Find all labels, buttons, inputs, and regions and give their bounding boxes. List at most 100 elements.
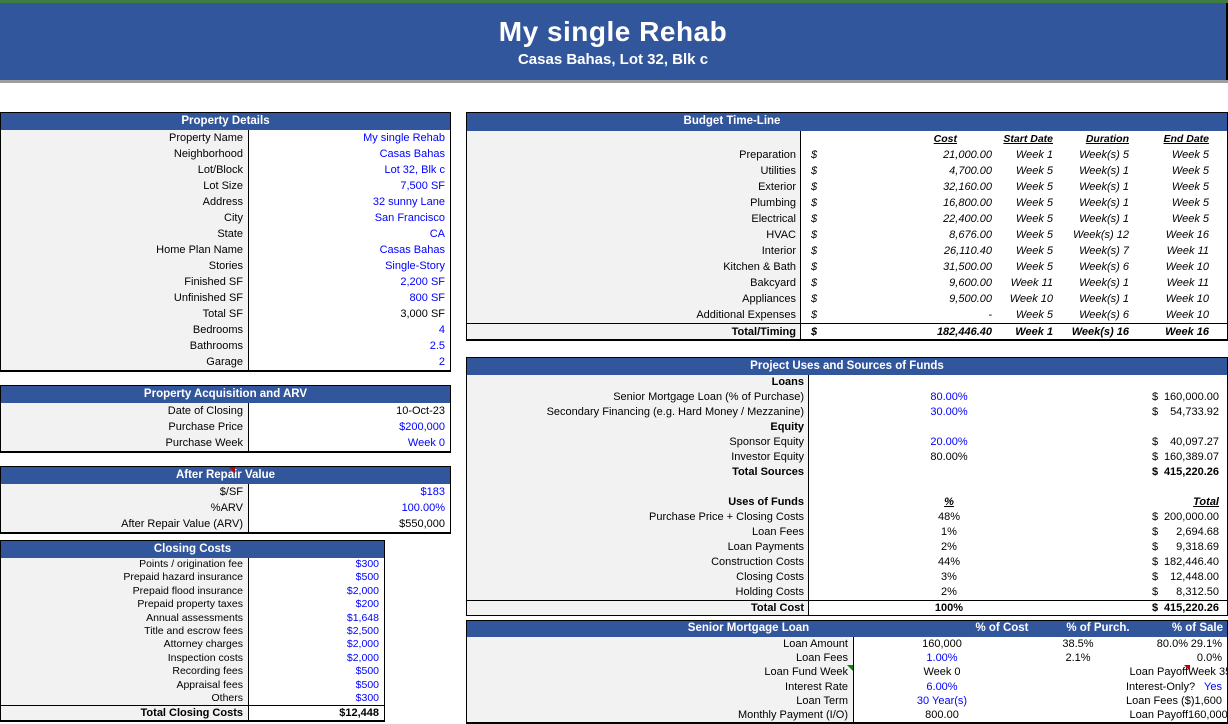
- percent-cell[interactable]: 20.00%: [809, 435, 1089, 450]
- amount-cell[interactable]: $415,220.26: [1089, 601, 1227, 615]
- start-cell[interactable]: Week 1: [997, 324, 1059, 339]
- cell-value[interactable]: $300: [249, 692, 384, 705]
- amount-cell[interactable]: $2,694.68: [1089, 525, 1227, 540]
- end-cell[interactable]: Week 10: [1137, 291, 1227, 307]
- pct-of-purch-cell[interactable]: [1126, 651, 1188, 665]
- start-cell[interactable]: Week 5: [997, 211, 1059, 227]
- duration-cell[interactable]: Week(s) 1: [1059, 211, 1137, 227]
- percent-cell[interactable]: 2%: [809, 540, 1089, 555]
- amount-cell[interactable]: $160,389.07: [1089, 450, 1227, 465]
- amount-cell[interactable]: $54,733.92: [1089, 405, 1227, 420]
- cost-cell[interactable]: $26,110.40: [801, 243, 997, 259]
- pct-of-cost-cell[interactable]: [1030, 708, 1126, 722]
- start-cell[interactable]: Week 5: [997, 227, 1059, 243]
- pct-of-sale-cell[interactable]: 29.1%: [1188, 637, 1227, 651]
- end-cell[interactable]: Week 10: [1137, 307, 1227, 323]
- duration-cell[interactable]: Week(s) 5: [1059, 147, 1137, 163]
- end-cell[interactable]: Week 5: [1137, 179, 1227, 195]
- end-cell[interactable]: Week 5: [1137, 147, 1227, 163]
- loan-value-cell[interactable]: 160,000: [854, 637, 1030, 651]
- cell-value[interactable]: 2,200 SF: [249, 274, 450, 290]
- cell-value[interactable]: $2,000: [249, 638, 384, 651]
- duration-cell[interactable]: Week(s) 6: [1059, 307, 1137, 323]
- cell-value[interactable]: 3,000 SF: [249, 306, 450, 322]
- cell-value[interactable]: 800 SF: [249, 290, 450, 306]
- duration-cell[interactable]: Week(s) 12: [1059, 227, 1137, 243]
- percent-cell[interactable]: 48%: [809, 510, 1089, 525]
- pct-of-sale-cell[interactable]: Week 35: [1188, 665, 1228, 679]
- cell-value[interactable]: $550,000: [249, 516, 450, 532]
- cost-cell[interactable]: $9,500.00: [801, 291, 997, 307]
- loan-value-cell[interactable]: 30 Year(s): [854, 694, 1030, 708]
- cell-value[interactable]: 32 sunny Lane: [249, 194, 450, 210]
- pct-of-purch-cell[interactable]: Loan Fees ($): [1126, 694, 1188, 708]
- percent-cell[interactable]: 44%: [809, 555, 1089, 570]
- amount-cell[interactable]: $415,220.26: [1089, 465, 1227, 480]
- cell-value[interactable]: Week 0: [249, 435, 450, 451]
- cell-value[interactable]: 10-Oct-23: [249, 403, 450, 419]
- duration-cell[interactable]: Week(s) 7: [1059, 243, 1137, 259]
- cell-value[interactable]: My single Rehab: [249, 130, 450, 146]
- cell-value[interactable]: CA: [249, 226, 450, 242]
- duration-cell[interactable]: Week(s) 1: [1059, 179, 1137, 195]
- cost-cell[interactable]: $22,400.00: [801, 211, 997, 227]
- end-cell[interactable]: Week 11: [1137, 243, 1227, 259]
- cell-value[interactable]: $300: [249, 558, 384, 571]
- cell-value[interactable]: $2,000: [249, 585, 384, 598]
- start-cell[interactable]: Week 5: [997, 259, 1059, 275]
- cell-value[interactable]: Lot 32, Blk c: [249, 162, 450, 178]
- end-cell[interactable]: Week 16: [1137, 227, 1227, 243]
- cell-value[interactable]: $200,000: [249, 419, 450, 435]
- cell-value[interactable]: 4: [249, 322, 450, 338]
- duration-cell[interactable]: Week(s) 1: [1059, 291, 1137, 307]
- cost-cell[interactable]: $4,700.00: [801, 163, 997, 179]
- cell-value[interactable]: Single-Story: [249, 258, 450, 274]
- end-cell[interactable]: Week 11: [1137, 275, 1227, 291]
- amount-cell[interactable]: $12,448.00: [1089, 570, 1227, 585]
- pct-of-cost-cell[interactable]: [1030, 694, 1126, 708]
- amount-cell[interactable]: $160,000.00: [1089, 390, 1227, 405]
- start-cell[interactable]: Week 5: [997, 163, 1059, 179]
- pct-of-purch-cell[interactable]: Loan Payoff: [1126, 708, 1188, 722]
- pct-of-cost-cell[interactable]: 2.1%: [1030, 651, 1126, 665]
- cost-cell[interactable]: $-: [801, 307, 997, 323]
- cost-cell[interactable]: $182,446.40: [801, 324, 997, 339]
- cell-value[interactable]: $2,000: [249, 652, 384, 665]
- end-cell[interactable]: Week 5: [1137, 211, 1227, 227]
- amount-cell[interactable]: $40,097.27: [1089, 435, 1227, 450]
- duration-cell[interactable]: Week(s) 1: [1059, 195, 1137, 211]
- cell-value[interactable]: San Francisco: [249, 210, 450, 226]
- percent-cell[interactable]: 80.00%: [809, 390, 1089, 405]
- pct-of-sale-cell[interactable]: 160,000: [1188, 708, 1228, 722]
- end-cell[interactable]: Week 5: [1137, 195, 1227, 211]
- start-cell[interactable]: Week 5: [997, 243, 1059, 259]
- percent-cell[interactable]: 3%: [809, 570, 1089, 585]
- cost-cell[interactable]: $31,500.00: [801, 259, 997, 275]
- amount-cell[interactable]: $182,446.40: [1089, 555, 1227, 570]
- pct-of-sale-cell[interactable]: 0.0%: [1188, 651, 1227, 665]
- cost-cell[interactable]: $32,160.00: [801, 179, 997, 195]
- end-cell[interactable]: Week 16: [1137, 324, 1227, 339]
- loan-value-cell[interactable]: Week 0: [854, 665, 1030, 679]
- cell-value[interactable]: Casas Bahas: [249, 242, 450, 258]
- start-cell[interactable]: Week 11: [997, 275, 1059, 291]
- pct-of-purch-cell[interactable]: Interest-Only?: [1126, 680, 1188, 694]
- pct-of-purch-cell[interactable]: Loan Payoff: [1126, 665, 1188, 679]
- start-cell[interactable]: Week 5: [997, 179, 1059, 195]
- duration-cell[interactable]: Week(s) 6: [1059, 259, 1137, 275]
- duration-cell[interactable]: Week(s) 16: [1059, 324, 1137, 339]
- cell-value[interactable]: $500: [249, 665, 384, 678]
- start-cell[interactable]: Week 1: [997, 147, 1059, 163]
- percent-cell[interactable]: 1%: [809, 525, 1089, 540]
- loan-value-cell[interactable]: 800.00: [854, 708, 1030, 722]
- cell-value[interactable]: 2.5: [249, 338, 450, 354]
- cost-cell[interactable]: $9,600.00: [801, 275, 997, 291]
- pct-of-cost-cell[interactable]: [1030, 680, 1126, 694]
- cell-value[interactable]: $12,448: [249, 706, 384, 720]
- start-cell[interactable]: Week 5: [997, 307, 1059, 323]
- cell-value[interactable]: $500: [249, 571, 384, 584]
- pct-of-cost-cell[interactable]: [1030, 665, 1126, 679]
- percent-cell[interactable]: 2%: [809, 585, 1089, 600]
- cell-value[interactable]: $500: [249, 679, 384, 692]
- cost-cell[interactable]: $21,000.00: [801, 147, 997, 163]
